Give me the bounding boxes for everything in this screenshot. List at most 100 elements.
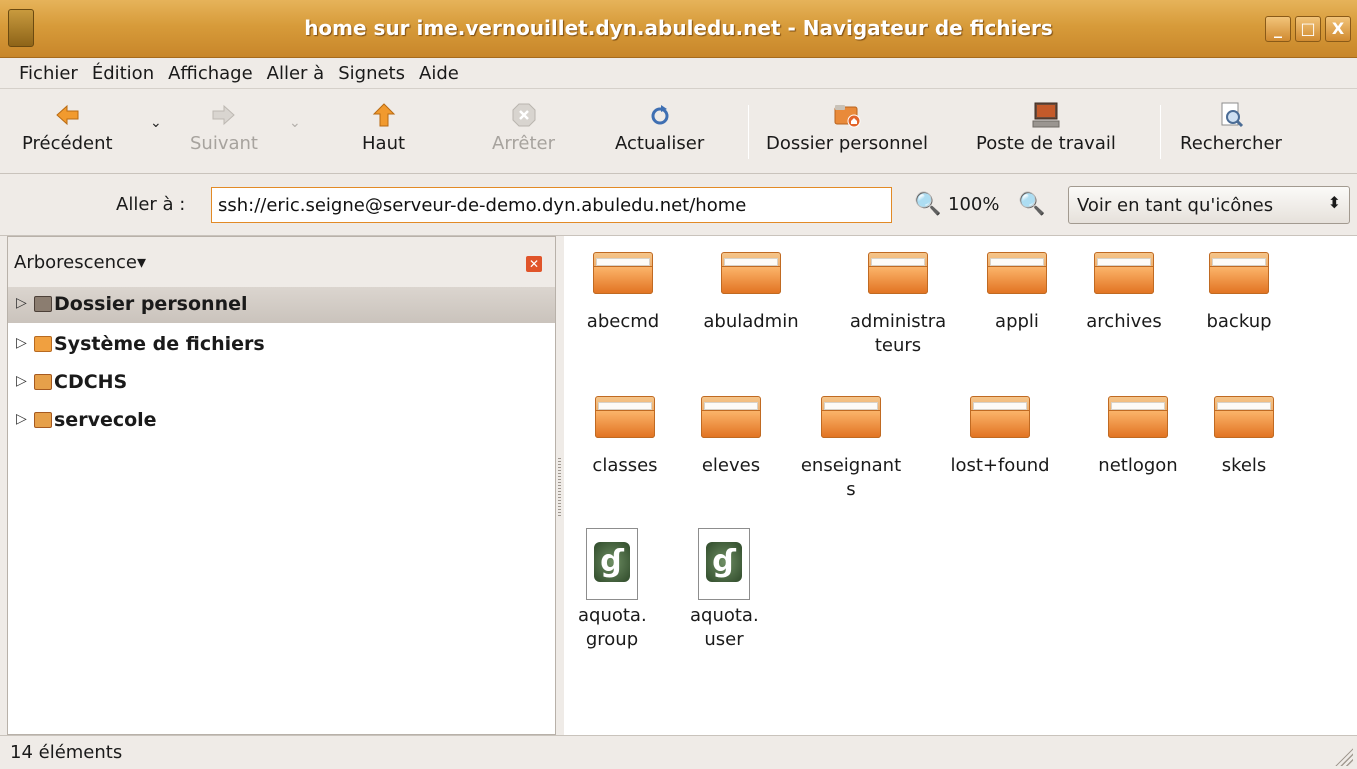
file-item-folder[interactable]: abecmd <box>578 248 668 334</box>
back-history-chevron-icon[interactable]: ⌄ <box>150 115 162 131</box>
menu-aide[interactable]: Aide <box>412 63 466 84</box>
file-item-folder[interactable]: netlogon <box>1086 392 1190 478</box>
file-name: enseignant s <box>800 455 902 500</box>
window-controls: _ □ X <box>1265 16 1351 42</box>
zoom-in-icon[interactable]: 🔍 <box>1018 192 1045 217</box>
file-name: administra teurs <box>849 311 947 356</box>
icon-view[interactable]: abecmd abuladmin administra teurs appli … <box>564 236 1357 735</box>
back-arrow-icon <box>56 104 79 126</box>
up-label: Haut <box>362 133 406 154</box>
file-name: lost+found <box>950 455 1050 476</box>
file-name: backup <box>1206 311 1272 332</box>
menu-fichier[interactable]: Fichier <box>12 63 85 84</box>
folder-icon <box>593 248 653 294</box>
splitter-grip[interactable] <box>558 458 561 518</box>
menu-affichage[interactable]: Affichage <box>161 63 260 84</box>
file-item-folder[interactable]: backup <box>1194 248 1284 334</box>
file-name: abecmd <box>586 311 660 332</box>
file-item-document[interactable]: ɠ aquota. group <box>578 528 647 652</box>
file-item-folder[interactable]: skels <box>1204 392 1284 478</box>
up-arrow-icon <box>372 103 395 127</box>
title-bar[interactable]: home sur ime.vernouillet.dyn.abuledu.net… <box>0 0 1357 58</box>
folder-icon <box>701 392 761 438</box>
file-name: skels <box>1221 455 1267 476</box>
zoom-out-icon[interactable]: 🔍 <box>914 192 941 217</box>
view-mode-label: Voir en tant qu'icônes <box>1077 195 1274 216</box>
home-button[interactable]: Dossier personnel <box>766 101 928 154</box>
back-button[interactable]: Précédent <box>22 101 113 154</box>
file-name: aquota. group <box>578 605 647 650</box>
zoom-level[interactable]: 100% <box>948 194 999 215</box>
reload-label: Actualiser <box>615 133 705 154</box>
folder-icon <box>721 248 781 294</box>
menu-aller-a[interactable]: Aller à <box>260 63 332 84</box>
pane-splitter[interactable] <box>556 236 564 735</box>
tree-item-systeme-de-fichiers[interactable]: ▷ Système de fichiers <box>8 327 555 363</box>
status-bar: 14 éléments <box>0 735 1357 769</box>
close-side-pane-icon[interactable]: ✕ <box>526 256 542 272</box>
stop-button[interactable]: Arrêter <box>492 101 555 154</box>
forward-history-chevron-icon[interactable]: ⌄ <box>289 115 301 131</box>
minimize-button[interactable]: _ <box>1265 16 1291 42</box>
side-pane-title: Arborescence <box>14 252 137 273</box>
file-item-folder[interactable]: lost+found <box>936 392 1064 478</box>
file-item-document[interactable]: ɠ aquota. user <box>690 528 759 652</box>
folder-icon <box>821 392 881 438</box>
up-button[interactable]: Haut <box>362 101 405 154</box>
file-name: eleves <box>701 455 761 476</box>
folder-icon <box>868 248 928 294</box>
menu-edition[interactable]: Édition <box>85 63 161 84</box>
reload-button[interactable]: Actualiser <box>615 101 704 154</box>
file-item-folder[interactable]: appli <box>982 248 1052 334</box>
computer-button[interactable]: Poste de travail <box>976 101 1116 154</box>
home-label: Dossier personnel <box>766 133 929 154</box>
file-item-folder[interactable]: eleves <box>686 392 776 478</box>
folder-icon <box>34 336 52 352</box>
menu-bar: Fichier Édition Affichage Aller à Signet… <box>0 58 1357 88</box>
gnome-file-icon: ɠ <box>694 528 754 602</box>
close-button[interactable]: X <box>1325 16 1351 42</box>
file-name: abuladmin <box>703 311 799 332</box>
menu-signets[interactable]: Signets <box>331 63 412 84</box>
home-icon <box>34 296 52 312</box>
tree-item-label: Dossier personnel <box>54 293 248 315</box>
file-item-folder[interactable]: administra teurs <box>836 248 960 358</box>
file-item-folder[interactable]: archives <box>1074 248 1174 334</box>
expander-icon[interactable]: ▷ <box>16 411 27 427</box>
tree-item-label: servecole <box>54 409 157 431</box>
ssh-folder-icon <box>34 412 52 428</box>
expander-icon[interactable]: ▷ <box>16 373 27 389</box>
location-input[interactable] <box>211 187 892 223</box>
forward-label: Suivant <box>190 133 258 154</box>
side-pane-header: Arborescence▾ ✕ <box>8 237 555 287</box>
side-pane: Arborescence▾ ✕ ▷ Dossier personnel ▷ Sy… <box>7 236 556 735</box>
file-item-folder[interactable]: enseignant s <box>790 392 912 502</box>
file-name: classes <box>592 455 658 476</box>
side-pane-selector[interactable]: Arborescence▾ <box>14 252 146 273</box>
tree-item-dossier-personnel[interactable]: ▷ Dossier personnel <box>8 287 555 323</box>
forward-button[interactable]: Suivant <box>190 101 258 154</box>
search-button[interactable]: Rechercher <box>1180 101 1282 154</box>
stop-label: Arrêter <box>492 133 556 154</box>
tree-item-cdchs[interactable]: ▷ CDCHS <box>8 365 555 401</box>
tree-item-servecole[interactable]: ▷ servecole <box>8 403 555 439</box>
resize-grip-icon[interactable] <box>1335 748 1353 766</box>
folder-icon <box>970 392 1030 438</box>
view-mode-select[interactable]: Voir en tant qu'icônes ⬍ <box>1068 186 1350 224</box>
file-name: netlogon <box>1098 455 1178 476</box>
file-name: aquota. user <box>690 605 759 650</box>
toolbar: Précédent ⌄ Suivant ⌄ Haut Arrêter Actua… <box>0 88 1357 174</box>
computer-icon <box>1032 102 1060 128</box>
location-label: Aller à : <box>116 194 186 215</box>
expander-icon[interactable]: ▷ <box>16 335 27 351</box>
expander-icon[interactable]: ▷ <box>16 295 27 311</box>
file-item-folder[interactable]: abuladmin <box>696 248 806 334</box>
folder-icon <box>1094 248 1154 294</box>
stop-icon <box>512 103 535 127</box>
window-title: home sur ime.vernouillet.dyn.abuledu.net… <box>304 16 1053 40</box>
search-label: Rechercher <box>1180 133 1282 154</box>
file-name: appli <box>995 311 1039 332</box>
home-folder-icon <box>834 105 861 128</box>
file-item-folder[interactable]: classes <box>580 392 670 478</box>
maximize-button[interactable]: □ <box>1295 16 1321 42</box>
